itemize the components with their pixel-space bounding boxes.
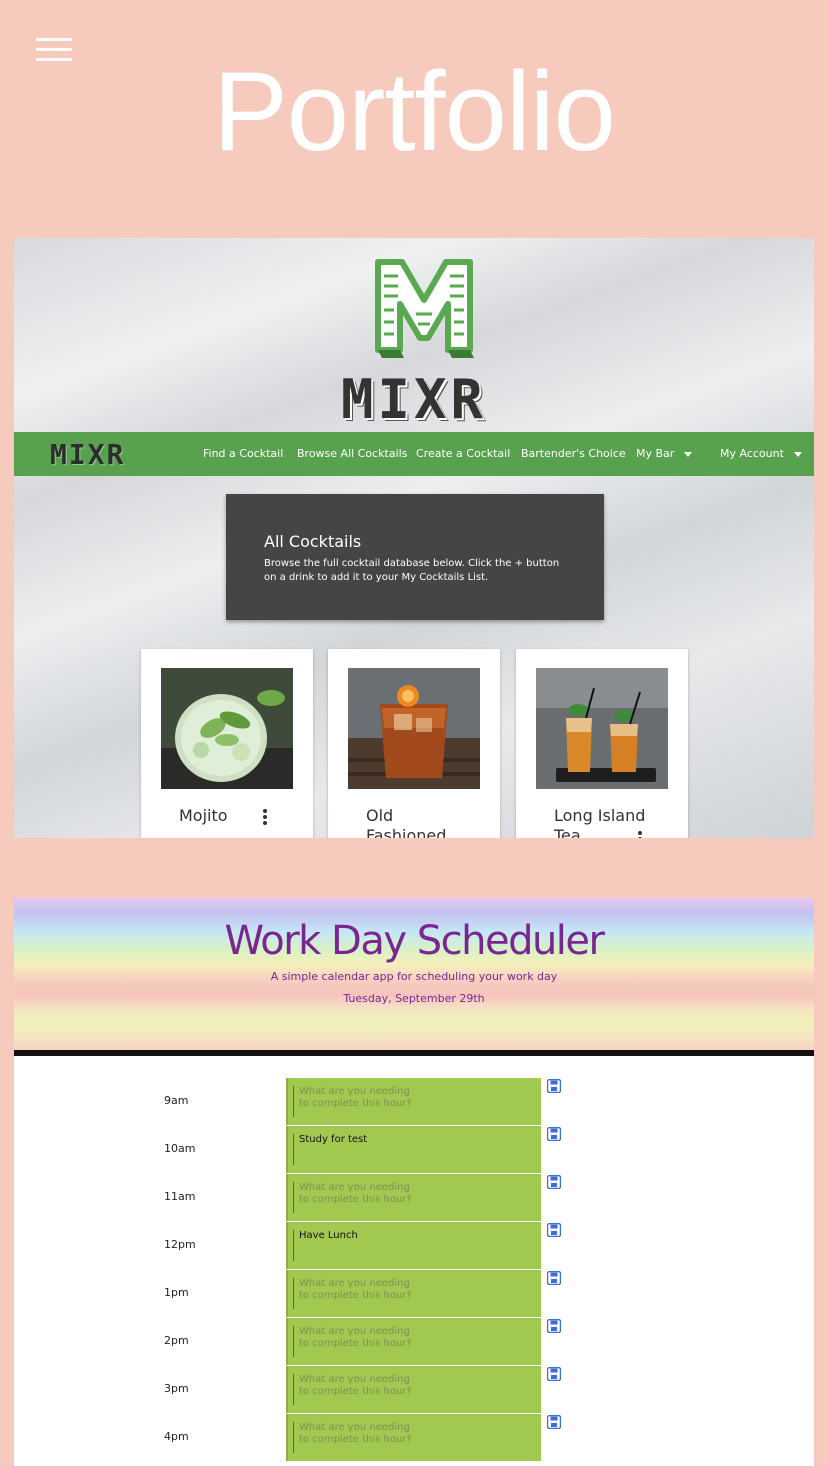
mixr-nav-brand[interactable]: MIXR (50, 438, 125, 471)
nav-find-cocktail[interactable]: Find a Cocktail (203, 447, 283, 460)
mojito-image (161, 668, 293, 789)
text-cursor (293, 1422, 294, 1453)
mixr-m-logo-icon (375, 259, 474, 358)
save-icon[interactable] (547, 1079, 561, 1093)
page-title: Portfolio (213, 49, 616, 174)
hour-label: 11am (164, 1190, 196, 1203)
task-placeholder: What are you needing to complete this ho… (299, 1278, 412, 1301)
time-block-row: 1pm What are you needing to complete this… (14, 1270, 814, 1318)
task-input[interactable]: What are you needing to complete this ho… (286, 1414, 541, 1461)
task-text: Study for test (299, 1134, 368, 1145)
cocktail-card[interactable]: Long Island Tea (516, 649, 688, 838)
caret-down-icon (684, 451, 693, 457)
task-input[interactable]: Study for test (286, 1126, 541, 1173)
time-block-row: 10am Study for test (14, 1126, 814, 1174)
task-input[interactable]: What are you needing to complete this ho… (286, 1174, 541, 1221)
save-icon[interactable] (547, 1223, 561, 1237)
save-icon[interactable] (547, 1415, 561, 1429)
task-placeholder: What are you needing to complete this ho… (299, 1182, 412, 1205)
nav-my-account-label: My Account (720, 447, 784, 460)
task-input[interactable]: What are you needing to complete this ho… (286, 1318, 541, 1365)
save-icon[interactable] (547, 1319, 561, 1333)
cocktail-card[interactable]: Old Fashioned (328, 649, 500, 838)
old-fashioned-image (348, 668, 480, 789)
hour-label: 9am (164, 1094, 189, 1107)
cocktail-name: Mojito (179, 806, 228, 825)
hour-label: 2pm (164, 1334, 189, 1347)
text-cursor (293, 1086, 294, 1117)
hour-label: 4pm (164, 1430, 189, 1443)
task-text: Have Lunch (299, 1230, 358, 1241)
mixr-wordmark: MIXR (340, 368, 488, 431)
task-input[interactable]: What are you needing to complete this ho… (286, 1366, 541, 1413)
banner-heading: All Cocktails (264, 532, 362, 551)
task-input[interactable]: Have Lunch (286, 1222, 541, 1269)
banner-text: Browse the full cocktail database below.… (264, 558, 560, 583)
task-input[interactable]: What are you needing to complete this ho… (286, 1078, 541, 1125)
more-options-icon[interactable] (638, 831, 642, 838)
nav-my-bar-label: My Bar (636, 447, 675, 460)
task-placeholder: What are you needing to complete this ho… (299, 1374, 412, 1397)
cocktail-name: Old Fashioned (366, 806, 447, 838)
nav-create-cocktail[interactable]: Create a Cocktail (416, 447, 510, 460)
task-input[interactable]: What are you needing to complete this ho… (286, 1270, 541, 1317)
save-icon[interactable] (547, 1175, 561, 1189)
scheduler-header: Work Day Scheduler A simple calendar app… (14, 898, 814, 1050)
nav-bartenders-choice[interactable]: Bartender's Choice (521, 447, 626, 460)
hour-label: 12pm (164, 1238, 196, 1251)
caret-down-icon (793, 451, 802, 457)
save-icon[interactable] (547, 1127, 561, 1141)
time-block-row: 2pm What are you needing to complete this… (14, 1318, 814, 1366)
time-block-row: 4pm What are you needing to complete this… (14, 1414, 814, 1462)
text-cursor (293, 1278, 294, 1309)
text-cursor (293, 1182, 294, 1213)
scheduler-subtitle: A simple calendar app for scheduling you… (270, 970, 558, 983)
text-cursor (293, 1230, 294, 1261)
hour-label: 1pm (164, 1286, 189, 1299)
scheduler-date: Tuesday, September 29th (343, 992, 485, 1005)
time-block-row: 12pm Have Lunch (14, 1222, 814, 1270)
nav-my-account[interactable]: My Account (720, 447, 802, 460)
save-icon[interactable] (547, 1367, 561, 1381)
hour-label: 3pm (164, 1382, 189, 1395)
task-placeholder: What are you needing to complete this ho… (299, 1326, 412, 1349)
all-cocktails-banner: All Cocktails Browse the full cocktail d… (226, 494, 604, 620)
long-island-tea-image (536, 668, 668, 789)
text-cursor (293, 1374, 294, 1405)
save-icon[interactable] (547, 1271, 561, 1285)
nav-my-bar[interactable]: My Bar (636, 447, 693, 460)
hour-label: 10am (164, 1142, 196, 1155)
nav-browse-all[interactable]: Browse All Cocktails (297, 447, 407, 460)
task-placeholder: What are you needing to complete this ho… (299, 1422, 412, 1445)
project-mixr-screenshot[interactable]: MIXR MIXR Find a Cocktail Browse All Coc… (14, 238, 814, 838)
time-block-row: 3pm What are you needing to complete this… (14, 1366, 814, 1414)
text-cursor (293, 1134, 294, 1165)
header-divider (14, 1050, 814, 1056)
text-cursor (293, 1326, 294, 1357)
more-options-icon[interactable] (263, 809, 267, 827)
task-placeholder: What are you needing to complete this ho… (299, 1086, 412, 1109)
project-scheduler-screenshot[interactable]: Work Day Scheduler A simple calendar app… (14, 898, 814, 1466)
cocktail-card[interactable]: Mojito (141, 649, 313, 838)
mixr-navbar: MIXR Find a Cocktail Browse All Cocktail… (14, 432, 814, 476)
scheduler-title: Work Day Scheduler (224, 918, 605, 964)
time-block-row: 9am What are you needing to complete this… (14, 1078, 814, 1126)
time-block-row: 11am What are you needing to complete thi… (14, 1174, 814, 1222)
